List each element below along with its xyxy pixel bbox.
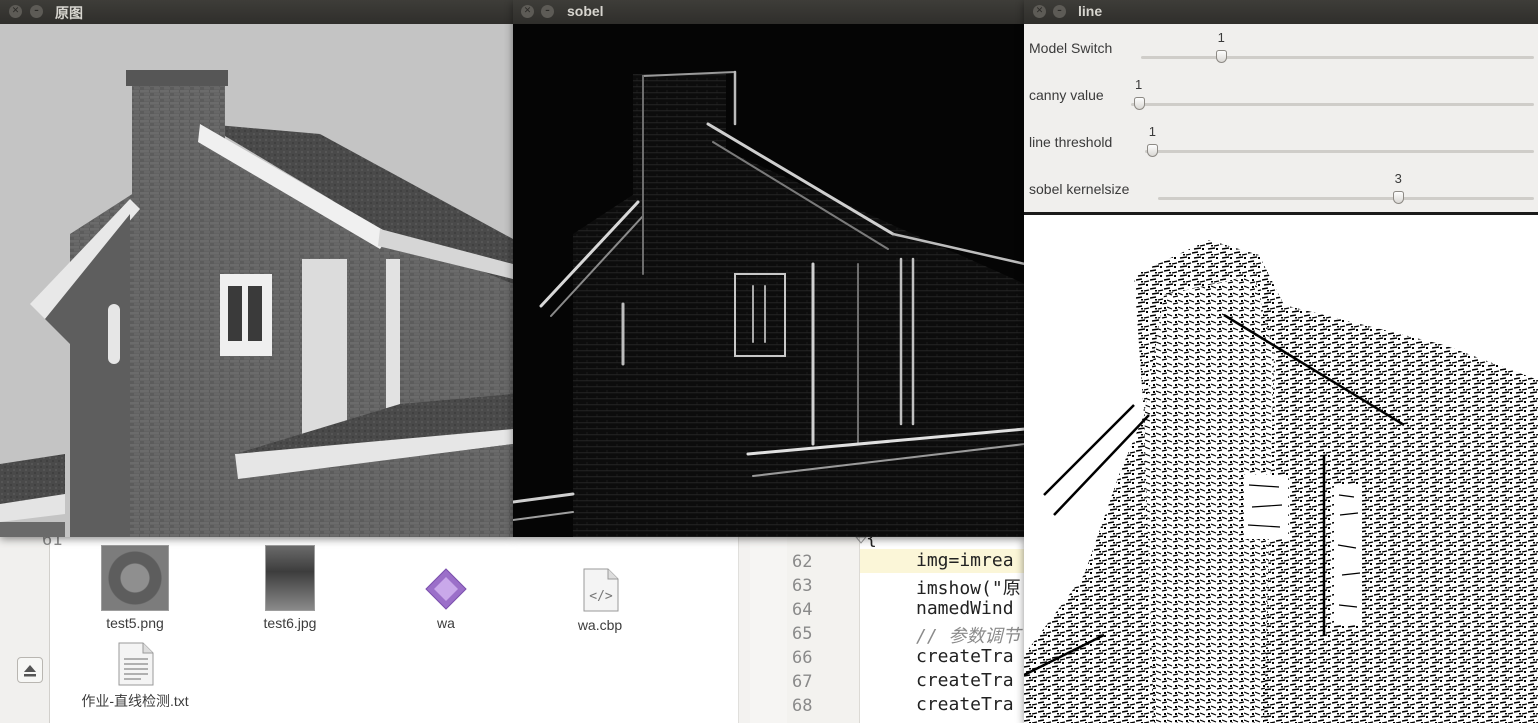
slider-handle[interactable] — [1133, 97, 1145, 110]
line-detection-image — [1024, 215, 1538, 723]
file-label: wa.cbp — [577, 617, 623, 633]
slider-handle[interactable] — [1147, 144, 1159, 157]
line-number: 66 — [792, 648, 813, 668]
window-title: line — [1078, 3, 1103, 19]
minimize-button[interactable]: – — [541, 5, 554, 18]
trackbar-groove[interactable] — [1141, 56, 1534, 59]
close-button[interactable]: ✕ — [1033, 5, 1046, 18]
window-title: 原图 — [55, 5, 83, 21]
slider-handle[interactable] — [1216, 50, 1228, 63]
slider-handle[interactable] — [1393, 191, 1405, 204]
jpg-thumbnail-icon — [265, 545, 315, 611]
trackbar-value: 3 — [1394, 171, 1402, 186]
trackbar-label: line threshold — [1029, 134, 1113, 150]
original-image-window[interactable]: ✕ – 原图 — [0, 0, 513, 537]
minimize-button[interactable]: – — [1053, 5, 1066, 18]
file-manager-sidebar — [0, 537, 50, 723]
code-comment: // 参数调节 — [916, 626, 1021, 647]
line-number: 67 — [792, 672, 813, 692]
text-file-icon — [118, 642, 154, 686]
file-item[interactable]: wa — [376, 567, 516, 631]
trackbar-line-threshold[interactable]: line threshold 1 — [1024, 118, 1538, 165]
window-titlebar[interactable]: ✕ – 原图 — [0, 0, 513, 24]
trackbar-label: Model Switch — [1029, 40, 1113, 56]
file-label: wa — [437, 615, 455, 631]
trackbar-label: sobel kernelsize — [1029, 181, 1130, 197]
code-line: imshow("原 — [916, 578, 1021, 599]
trackbar-canny-value[interactable]: canny value 1 — [1024, 71, 1538, 118]
png-thumbnail-icon — [101, 545, 169, 611]
original-house-image — [0, 24, 513, 537]
xml-file-icon: </> — [583, 568, 619, 612]
trackbar-groove[interactable] — [1145, 150, 1534, 153]
code-line: namedWind — [916, 598, 1014, 619]
eject-button[interactable] — [17, 657, 43, 683]
window-titlebar[interactable]: ✕ – line — [1024, 0, 1538, 24]
close-button[interactable]: ✕ — [9, 5, 22, 18]
file-item[interactable]: test5.png — [65, 545, 205, 631]
sobel-window[interactable]: ✕ – sobel — [513, 0, 1025, 537]
line-number: 62 — [792, 552, 813, 572]
trackbar-panel: Model Switch 1 canny value 1 line thresh… — [1024, 24, 1538, 212]
file-label: test5.png — [106, 615, 164, 631]
line-number: 63 — [792, 576, 813, 596]
file-item[interactable]: 作业-直线检测.txt — [65, 641, 205, 711]
trackbar-value: 1 — [1217, 30, 1225, 45]
trackbar-groove[interactable] — [1131, 103, 1534, 106]
file-item[interactable]: test6.jpg — [220, 545, 360, 631]
code-line: createTra — [916, 670, 1014, 691]
trackbar-groove[interactable] — [1158, 197, 1534, 200]
line-window[interactable]: ✕ – line Model Switch 1 canny value 1 li… — [1024, 0, 1538, 723]
code-line: createTra — [916, 694, 1014, 715]
file-label: 作业-直线检测.txt — [81, 693, 189, 709]
trackbar-value: 1 — [1148, 124, 1156, 139]
minimize-button[interactable]: – — [30, 5, 43, 18]
file-manager-pane: test5.png test6.jpg wa </> wa.cbp 作业-直线检… — [0, 537, 751, 723]
code-line: createTra — [916, 646, 1014, 667]
svg-text:</>: </> — [589, 589, 613, 604]
trackbar-model-switch[interactable]: Model Switch 1 — [1024, 24, 1538, 71]
line-number: 64 — [792, 600, 813, 620]
file-label: test6.jpg — [263, 615, 317, 631]
code-line: img=imrea — [916, 550, 1014, 571]
sobel-edge-image — [513, 24, 1025, 537]
trackbar-value: 1 — [1135, 77, 1143, 92]
eject-icon — [24, 665, 36, 677]
window-titlebar[interactable]: ✕ – sobel — [513, 0, 1025, 24]
close-button[interactable]: ✕ — [521, 5, 534, 18]
line-number: 65 — [792, 624, 813, 644]
trackbar-sobel-kernelsize[interactable]: sobel kernelsize 3 — [1024, 165, 1538, 212]
file-item[interactable]: </> wa.cbp — [530, 567, 670, 633]
line-number: 68 — [792, 696, 813, 716]
window-title: sobel — [567, 3, 604, 19]
executable-icon — [425, 568, 467, 610]
trackbar-label: canny value — [1029, 87, 1104, 103]
